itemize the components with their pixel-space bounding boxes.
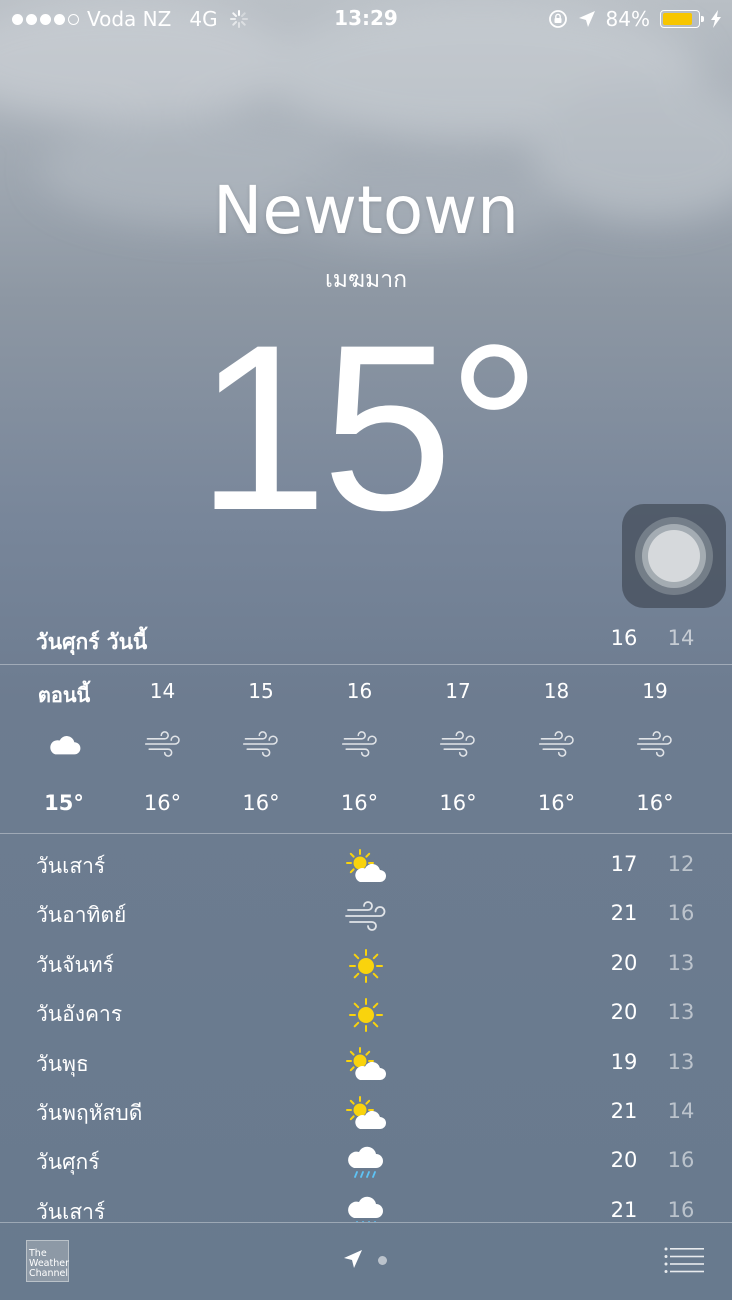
rain-icon xyxy=(344,1194,388,1222)
cloud-icon xyxy=(45,727,83,761)
wind-icon xyxy=(144,727,182,761)
wind-icon xyxy=(344,897,388,935)
today-label: วันศุกร์ วันนี้ xyxy=(36,630,148,654)
daily-row: วันพฤหัสบดี 21 14 xyxy=(0,1089,732,1138)
sun-icon xyxy=(344,996,388,1034)
day-low: 13 xyxy=(667,1000,695,1025)
daily-row: วันศุกร์ 20 16 xyxy=(0,1138,732,1187)
hour-temperature: 16° xyxy=(242,791,280,815)
daily-row: วันพุธ 19 13 xyxy=(0,1040,732,1089)
day-high: 20 xyxy=(610,950,638,975)
hour-label: ตอนนี้ xyxy=(37,683,91,707)
hourly-item: 15 16° xyxy=(212,665,310,833)
day-high: 20 xyxy=(610,1148,638,1173)
today-high: 16 xyxy=(610,626,638,650)
day-name: วันเสาร์ xyxy=(36,1199,106,1222)
hour-label: 17 xyxy=(445,679,471,703)
status-right: 84% xyxy=(548,7,722,31)
today-summary: วันศุกร์ วันนี้ 16 14 xyxy=(0,620,732,664)
hour-label: 18 xyxy=(543,679,570,703)
current-temperature-value: 15 xyxy=(196,296,454,560)
current-temperature: 15° xyxy=(0,310,732,546)
battery-icon xyxy=(660,10,704,28)
day-name: วันพฤหัสบดี xyxy=(36,1101,143,1125)
hourly-item: 16 16° xyxy=(311,665,409,833)
day-name: วันอาทิตย์ xyxy=(36,903,127,928)
day-high: 20 xyxy=(610,1000,638,1025)
rotation-lock-icon xyxy=(548,10,567,28)
daily-row: วันจันทร์ 20 13 xyxy=(0,941,732,990)
hour-label: 14 xyxy=(149,679,176,703)
day-low: 13 xyxy=(667,950,695,975)
day-high: 21 xyxy=(610,1197,638,1222)
assistive-touch-button[interactable] xyxy=(622,504,726,608)
weather-channel-logo[interactable]: The Weather Channel xyxy=(26,1240,69,1282)
partly-cloudy-icon xyxy=(344,1095,388,1133)
current-location-icon xyxy=(344,1250,362,1268)
wind-icon xyxy=(538,727,576,761)
day-name: วันเสาร์ xyxy=(36,854,106,878)
bottom-toolbar: The Weather Channel xyxy=(0,1222,732,1300)
day-low: 13 xyxy=(667,1049,695,1074)
day-low: 16 xyxy=(667,1197,695,1222)
hourly-forecast[interactable]: ตอนนี้ 15° 14 16° 15 16° 16 16° 17 16° 18 16° 19 16° xyxy=(0,665,732,833)
day-high: 19 xyxy=(610,1049,638,1074)
partly-cloudy-icon xyxy=(344,1046,388,1084)
divider-hourly xyxy=(0,833,732,834)
day-high: 21 xyxy=(610,1099,638,1123)
wind-icon xyxy=(439,727,477,761)
day-name: วันอังคาร xyxy=(36,1002,123,1027)
day-low: 12 xyxy=(667,852,695,876)
hourly-item: 18 16° xyxy=(508,665,606,833)
hour-label: 19 xyxy=(642,679,668,703)
daily-row: วันอังคาร 20 13 xyxy=(0,990,732,1039)
hour-temperature: 16° xyxy=(143,791,182,815)
hour-temperature: 15° xyxy=(44,791,84,815)
battery-percent: 84% xyxy=(605,7,650,31)
charging-bolt-icon xyxy=(711,10,721,28)
degree-symbol: ° xyxy=(447,296,541,560)
daily-forecast[interactable]: วันเสาร์ 17 12 วันอาทิตย์ 21 16 วันจันทร์ 20 13 ว… xyxy=(0,842,732,1222)
hourly-item: 19 16° xyxy=(606,665,704,833)
hourly-item: ตอนนี้ 15° xyxy=(15,665,113,833)
wind-icon xyxy=(636,727,674,761)
daily-row: วันเสาร์ 17 12 xyxy=(0,842,732,891)
daily-row: วันอาทิตย์ 21 16 xyxy=(0,891,732,940)
day-name: วันศุกร์ xyxy=(36,1150,100,1175)
status-bar: Voda NZ 4G 13:29 84% xyxy=(0,0,732,38)
day-high: 17 xyxy=(610,852,638,876)
day-high: 21 xyxy=(610,901,638,926)
hour-temperature: 16° xyxy=(340,791,379,815)
location-arrow-icon xyxy=(578,11,595,27)
wind-icon xyxy=(242,727,280,761)
hour-temperature: 16° xyxy=(537,791,576,815)
sun-icon xyxy=(344,947,388,985)
rain-icon xyxy=(344,1144,388,1182)
partly-cloudy-icon xyxy=(344,848,388,886)
hour-label: 15 xyxy=(248,679,274,703)
daily-row: วันเสาร์ 21 16 xyxy=(0,1188,732,1222)
page-indicator-dot[interactable] xyxy=(378,1256,387,1265)
day-low: 14 xyxy=(667,1099,695,1123)
day-low: 16 xyxy=(667,901,695,926)
day-name: วันจันทร์ xyxy=(36,952,114,977)
day-name: วันพุธ xyxy=(36,1051,89,1076)
hour-label: 16 xyxy=(346,679,373,703)
today-low: 14 xyxy=(667,626,695,650)
hourly-item: 17 16° xyxy=(409,665,507,833)
wind-icon xyxy=(341,727,379,761)
city-list-icon[interactable] xyxy=(664,1246,704,1274)
hour-temperature: 16° xyxy=(439,791,477,815)
hourly-item: 14 16° xyxy=(114,665,212,833)
city-name: Newtown xyxy=(212,172,520,249)
hour-temperature: 16° xyxy=(636,791,674,815)
weather-condition: เมฆมาก xyxy=(324,267,408,293)
day-low: 16 xyxy=(667,1148,695,1173)
